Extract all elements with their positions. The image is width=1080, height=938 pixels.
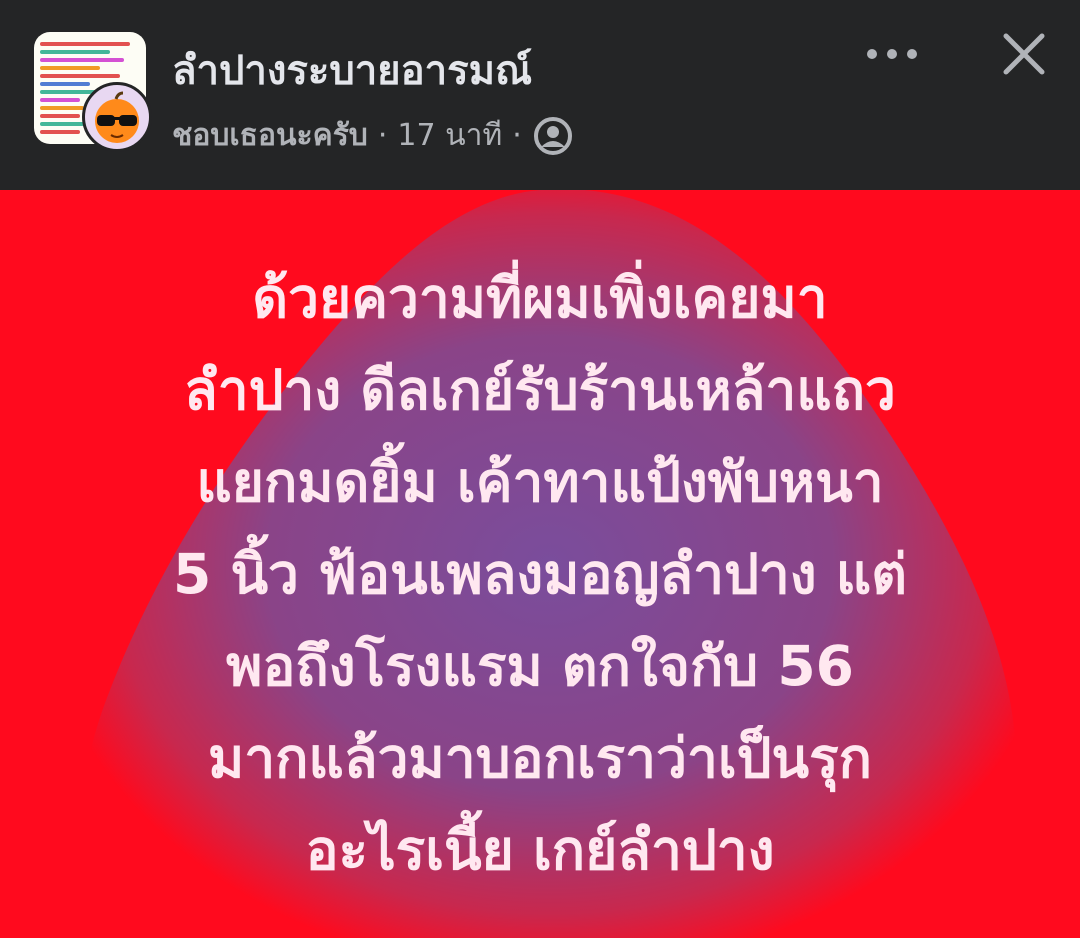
meta-separator: · [512, 118, 522, 153]
post-text-line: ลำปาง ดีลเกย์รับร้านเหล้าแถว [184, 358, 896, 422]
user-avatar[interactable] [82, 82, 152, 152]
orange-sunglasses-avatar-icon [95, 91, 139, 143]
more-options-icon[interactable] [860, 30, 924, 78]
post-meta: ชอบเธอนะครับ · 17 นาที · [172, 112, 574, 159]
anonymous-member-icon[interactable] [532, 115, 574, 157]
post-text-line: แยกมดยิ้ม เค้าทาแป้งพับหนา [196, 450, 884, 514]
author-name[interactable]: ชอบเธอนะครับ [172, 112, 368, 159]
post-text-line: พอถึงโรงแรม ตกใจกับ 56 [226, 634, 854, 698]
post-text: ด้วยความที่ผมเพิ่งเคยมา ลำปาง ดีลเกย์รับ… [40, 252, 1040, 896]
post-text-line: อะไรเนี้ย เกย์ลำปาง [305, 818, 775, 882]
meta-separator: · [377, 118, 388, 153]
group-name[interactable]: ลำปางระบายอารมณ์ [172, 38, 532, 102]
post-text-line: 5 นิ้ว ฟ้อนเพลงมอญลำปาง แต่ [173, 542, 907, 606]
post-time[interactable]: 17 นาที [397, 112, 502, 159]
post-background: ด้วยความที่ผมเพิ่งเคยมา ลำปาง ดีลเกย์รับ… [0, 190, 1080, 938]
post-text-line: ด้วยความที่ผมเพิ่งเคยมา [252, 266, 828, 330]
post-header: ลำปางระบายอารมณ์ ชอบเธอนะครับ · 17 นาที … [0, 0, 1080, 190]
post-text-line: มากแล้วมาบอกเราว่าเป็นรุก [207, 726, 872, 790]
close-icon[interactable] [994, 24, 1054, 84]
